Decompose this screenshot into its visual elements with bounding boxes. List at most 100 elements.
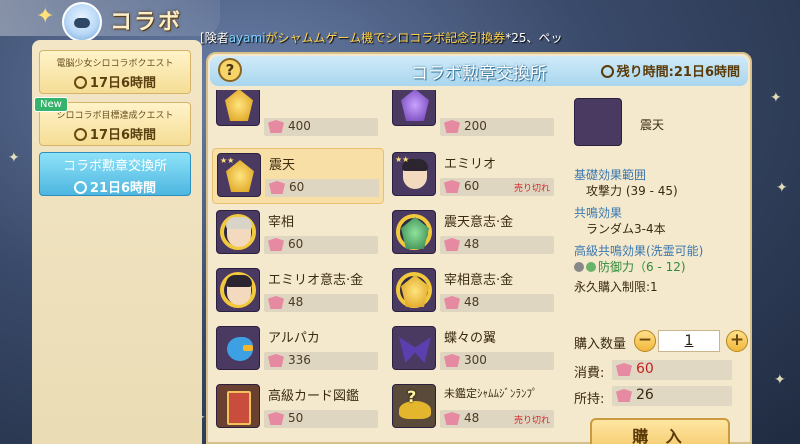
- resonance-value: ランダム3-4本: [586, 222, 666, 236]
- medal-icon: [444, 354, 460, 367]
- advanced-resonance-label: 高級共鳴効果(洗霊可能): [574, 244, 704, 258]
- buy-button[interactable]: 購 入: [590, 418, 730, 444]
- item-price-value: 60: [289, 180, 305, 194]
- ticker-tail: *25、ペッ: [505, 31, 563, 45]
- item-price-value: 300: [464, 353, 487, 367]
- item-price-value: 400: [288, 119, 311, 133]
- medal-icon: [268, 238, 284, 251]
- item-thumbnail: ?: [392, 384, 436, 428]
- medal-icon: [444, 120, 460, 133]
- detail-name: 震天: [640, 118, 665, 132]
- cost-label: 消費:: [574, 366, 605, 381]
- item-price-value: 50: [288, 411, 304, 425]
- item-card[interactable]: アルパカ 336: [212, 322, 384, 378]
- item-price: 200: [440, 118, 554, 136]
- sparkle-icon: ✦: [774, 372, 786, 388]
- item-price: 400: [264, 118, 378, 136]
- advanced-resonance-text: 防御力（6 - 12): [598, 260, 686, 274]
- soldout-label: 売り切れ: [513, 416, 550, 426]
- item-card[interactable]: 震天意志·金 48: [388, 206, 560, 262]
- item-price-value: 48: [464, 237, 480, 251]
- new-badge: New: [34, 97, 68, 112]
- item-price: 300: [440, 352, 554, 370]
- sidebar-item-time: 17日6時間: [40, 72, 190, 91]
- medal-icon: [268, 354, 284, 367]
- ticker-user: ayami: [228, 31, 266, 45]
- sidebar-item-goal-quest[interactable]: New シロコラボ目標達成クエスト 17日6時間: [34, 97, 191, 146]
- emblem-icon: [225, 90, 253, 121]
- sidebar-item-time-value: 17日6時間: [89, 76, 157, 91]
- announcement-ticker: [険者ayamiがシャムムゲーム機でシロコラボ記念引換券*25、ペッ: [200, 29, 600, 51]
- item-card[interactable]: ? 未鑑定ｼｬﾑﾑｼﾞﾝﾗﾝﾌﾟ 48 売り切れ: [388, 380, 560, 436]
- rank-stars: ★★: [395, 155, 410, 164]
- question-icon: ?: [407, 387, 417, 406]
- medal-icon: [444, 412, 460, 425]
- sidebar-item-label: 電脳少女シロコラボクエスト: [56, 59, 174, 69]
- card-book-icon: [227, 391, 251, 425]
- sidebar-item-time-value: 17日6時間: [89, 128, 157, 143]
- item-name: 蝶々の翼: [444, 331, 497, 346]
- clock-icon: [600, 65, 614, 78]
- detail-thumbnail: [574, 98, 622, 146]
- owned-label: 所持:: [574, 392, 605, 407]
- back-star-icon[interactable]: ✦: [36, 4, 54, 29]
- item-card[interactable]: 宰相意志·金 48: [388, 264, 560, 320]
- rank-stars: ★★: [220, 156, 235, 165]
- item-detail: 震天 基礎効果範囲 攻撃力 (39 - 45) 共鳴効果 ランダム3-4本 高級…: [570, 90, 748, 444]
- item-name: エミリオ: [444, 157, 497, 172]
- item-thumbnail: ★★: [392, 152, 436, 196]
- item-thumbnail: ★★: [217, 153, 261, 197]
- item-card[interactable]: 蝶々の翼 300: [388, 322, 560, 378]
- item-name: エミリオ意志·金: [268, 273, 364, 288]
- item-card[interactable]: エミリオ意志·金 48: [212, 264, 384, 320]
- clock-icon: [73, 181, 87, 194]
- quantity-minus-button[interactable]: −: [634, 330, 656, 352]
- hair-icon: [226, 275, 252, 287]
- emblem-icon: [401, 90, 429, 121]
- quantity-input[interactable]: 1: [658, 330, 720, 352]
- alpaca-icon: [227, 337, 253, 361]
- item-price: 60: [265, 179, 379, 197]
- soldout-label: 売り切れ: [513, 184, 550, 194]
- item-price: 48: [440, 236, 554, 254]
- item-thumbnail: [392, 90, 436, 126]
- item-price: 336: [264, 352, 378, 370]
- sidebar: 電脳少女シロコラボクエスト 17日6時間 New シロコラボ目標達成クエスト 1…: [32, 40, 202, 444]
- item-card[interactable]: 高級カード図鑑 50: [212, 380, 384, 436]
- item-card[interactable]: 400: [212, 90, 384, 136]
- item-card[interactable]: 宰相 60: [212, 206, 384, 262]
- item-price-value: 48: [288, 295, 304, 309]
- item-name: 震天意志·金: [444, 215, 514, 230]
- sidebar-item-medal-exchange[interactable]: コラボ勲章交換所 21日6時間: [39, 152, 191, 196]
- medal-icon: [444, 180, 460, 193]
- exchange-panel: ? コラボ勲章交換所 残り時間:21日6時間 400 200 ★★ 震天 60 …: [206, 52, 752, 444]
- base-effect-label: 基礎効果範囲: [574, 168, 647, 182]
- remaining-label: 残り時間:: [616, 65, 674, 80]
- quantity-label: 購入数量: [574, 337, 627, 352]
- item-name: 震天: [269, 158, 296, 173]
- item-name: 宰相意志·金: [444, 273, 514, 288]
- page-title: コラボ: [110, 10, 183, 35]
- base-effect-value: 攻撃力 (39 - 45): [586, 184, 678, 198]
- slot-icon: [586, 262, 596, 272]
- slot-icon: [574, 262, 584, 272]
- remaining-time: 残り時間:21日6時間: [600, 61, 740, 80]
- item-grid: 400 200 ★★ 震天 60 ★★ エミリオ 60 売り切れ 宰相 60 震天…: [210, 90, 566, 442]
- item-card[interactable]: ★★ エミリオ 60 売り切れ: [388, 148, 560, 204]
- item-thumbnail: [392, 326, 436, 370]
- item-thumbnail: [392, 268, 436, 312]
- clock-icon: [73, 128, 87, 141]
- remaining-value: 21日6時間: [673, 65, 740, 80]
- cost-box: 60: [612, 360, 732, 380]
- item-thumbnail: [392, 210, 436, 254]
- sidebar-item-cyber-quest[interactable]: 電脳少女シロコラボクエスト 17日6時間: [39, 50, 191, 94]
- item-card-selected[interactable]: ★★ 震天 60: [212, 148, 384, 204]
- sparkle-icon: ✦: [8, 150, 20, 166]
- item-card[interactable]: 200: [388, 90, 560, 136]
- item-thumbnail: [216, 326, 260, 370]
- medal-icon: [444, 296, 460, 309]
- sparkle-icon: ✦: [776, 180, 788, 196]
- sidebar-item-time: 21日6時間: [40, 177, 190, 196]
- item-price: 60: [264, 236, 378, 254]
- quantity-plus-button[interactable]: +: [726, 330, 748, 352]
